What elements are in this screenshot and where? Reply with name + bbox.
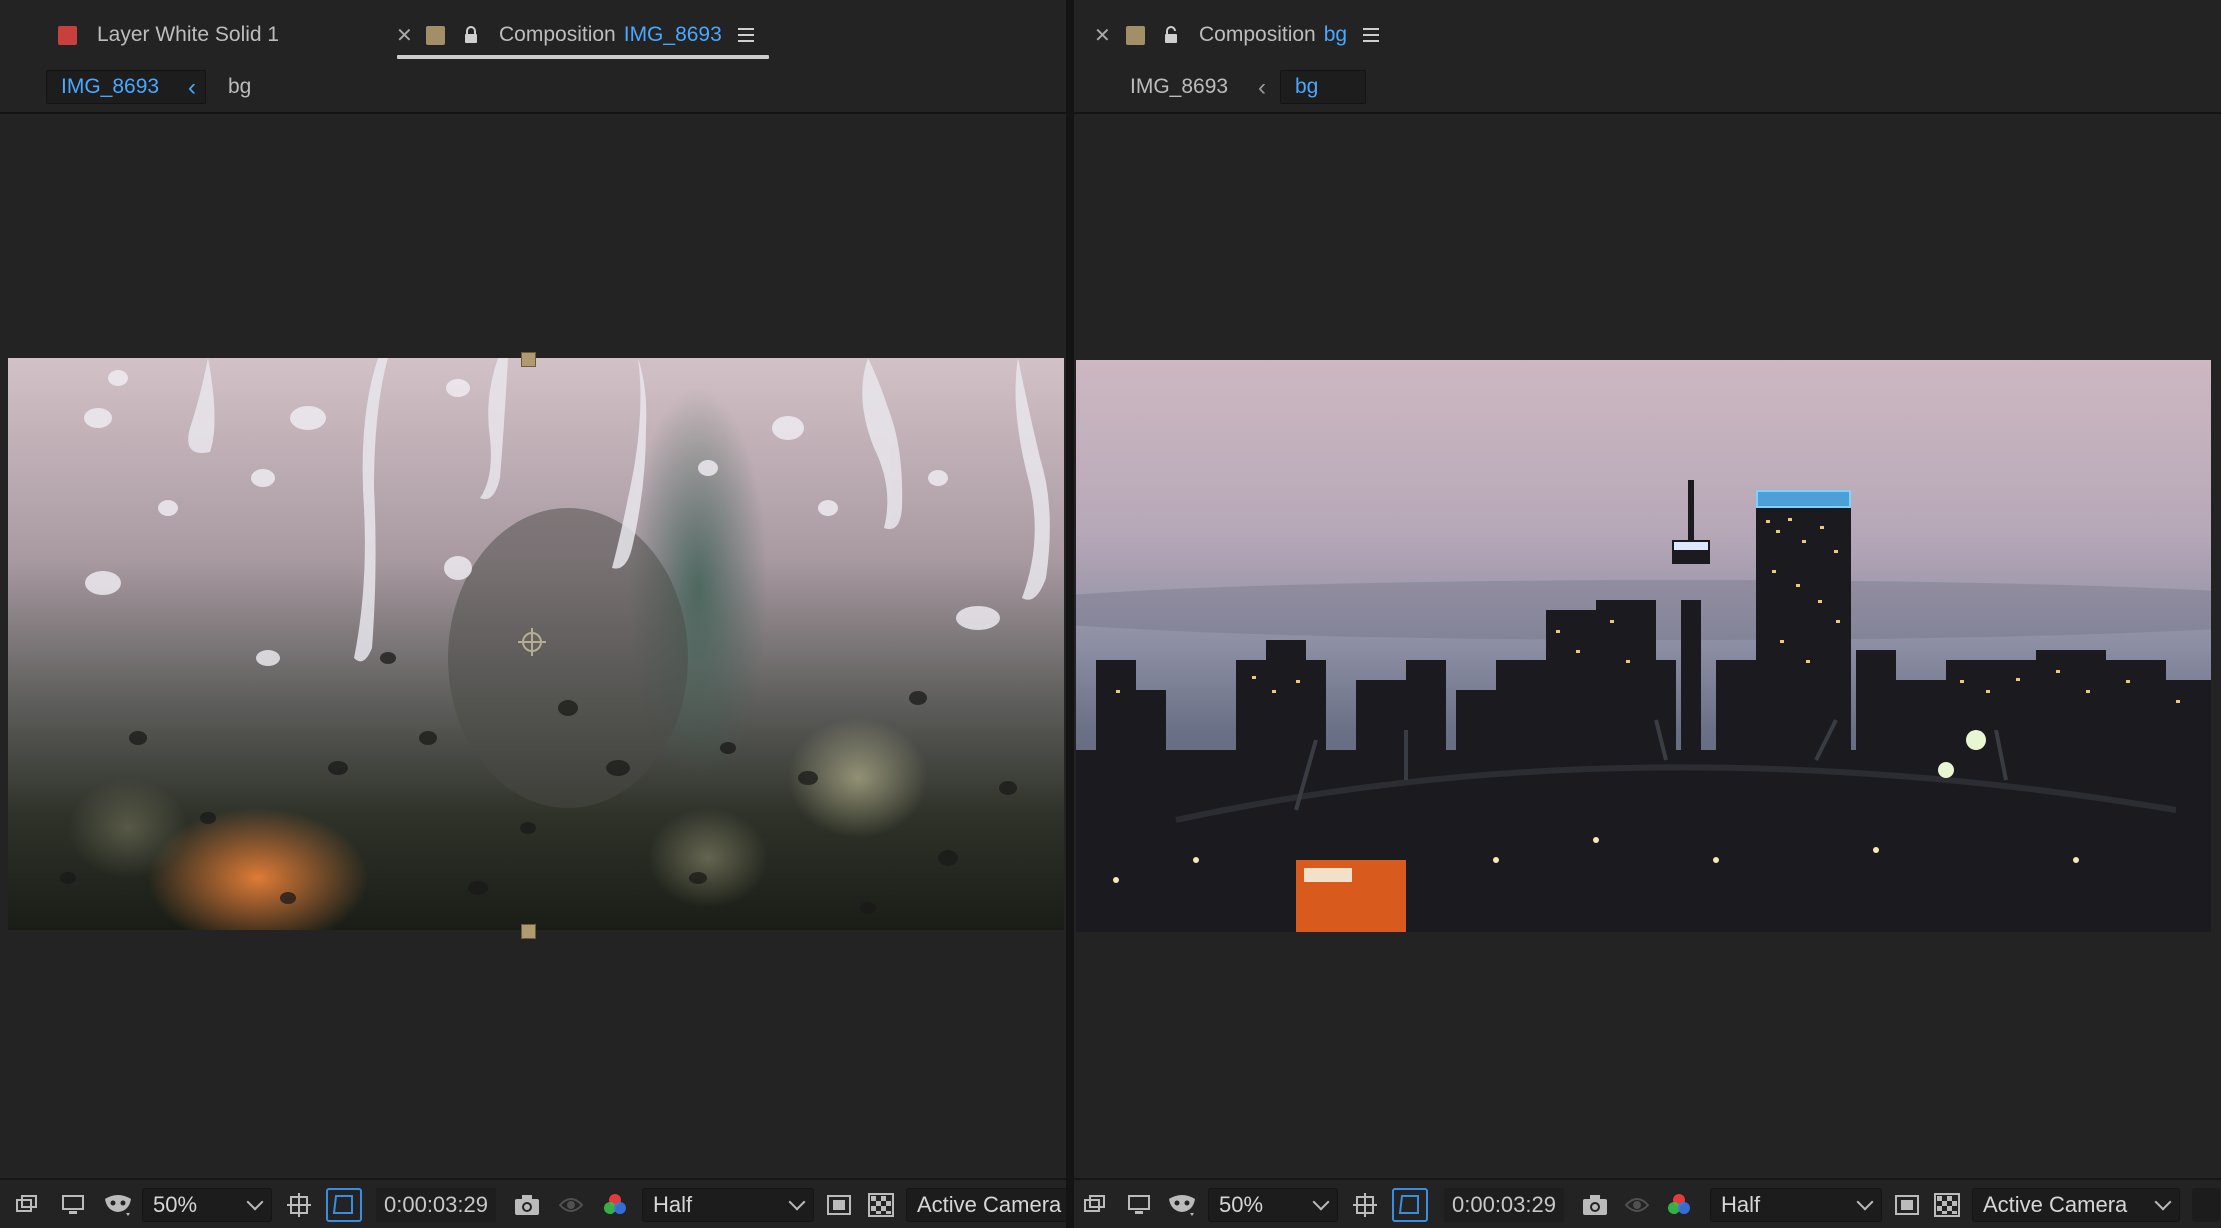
resolution-value: Half bbox=[1721, 1192, 1761, 1217]
active-tab-underline bbox=[397, 55, 769, 59]
tab-comp-prefix: Composition bbox=[1199, 23, 1316, 46]
resolution-dropdown[interactable]: Half bbox=[1710, 1188, 1882, 1222]
breadcrumb-label: IMG_8693 bbox=[61, 75, 160, 98]
breadcrumb-img8693[interactable]: IMG_8693 bbox=[46, 70, 206, 104]
footage-image bbox=[1076, 360, 2211, 932]
close-icon[interactable]: ✕ bbox=[1094, 23, 1111, 48]
footage-image bbox=[8, 358, 1064, 930]
rgb-channels-icon[interactable] bbox=[602, 1188, 628, 1222]
mask-visibility-icon[interactable] bbox=[102, 1188, 134, 1222]
comp-color-swatch bbox=[426, 25, 445, 45]
camera-view-dropdown[interactable]: Active Camera bbox=[1972, 1188, 2180, 1222]
panel-menu-icon[interactable] bbox=[1363, 28, 1380, 42]
chevron-down-icon bbox=[1312, 1193, 1330, 1211]
rain-window-footage[interactable] bbox=[8, 358, 1064, 930]
lock-icon[interactable] bbox=[463, 26, 479, 44]
viewer-footer-toolbar: 50% 0:00:03:29 Half Active Camera bbox=[0, 1178, 1066, 1228]
transparency-grid-icon[interactable] bbox=[868, 1188, 894, 1222]
comp-color-swatch bbox=[1126, 25, 1145, 45]
chevron-left-icon: ‹ bbox=[188, 74, 196, 101]
breadcrumb-bg[interactable]: bg bbox=[228, 70, 251, 104]
camera-view-dropdown[interactable]: Active Camera bbox=[906, 1188, 1066, 1222]
tab-comp-name: IMG_8693 bbox=[623, 23, 722, 46]
always-preview-icon[interactable] bbox=[1084, 1188, 1110, 1222]
chevron-down-icon bbox=[1856, 1193, 1874, 1211]
resolution-value: Half bbox=[653, 1192, 693, 1217]
tab-composition-bg[interactable]: Composition bg bbox=[1126, 0, 1380, 70]
composition-viewer[interactable] bbox=[1074, 114, 2221, 1178]
layer-transform-handle-bottom[interactable] bbox=[521, 924, 536, 939]
camera-snapshot-icon[interactable] bbox=[514, 1188, 540, 1222]
always-preview-icon[interactable] bbox=[16, 1188, 42, 1222]
magnification-dropdown[interactable]: 50% bbox=[1208, 1188, 1338, 1222]
camera-value: Active Camera bbox=[1983, 1192, 2128, 1217]
breadcrumb-label: bg bbox=[1295, 75, 1319, 98]
unlock-icon[interactable] bbox=[1163, 26, 1179, 44]
chevron-down-icon bbox=[246, 1193, 264, 1211]
layer-transform-handle-top[interactable] bbox=[521, 352, 536, 367]
breadcrumb-bg[interactable]: bg bbox=[1280, 70, 1366, 104]
grid-guides-icon[interactable] bbox=[286, 1188, 312, 1222]
chevron-down-icon bbox=[788, 1193, 806, 1211]
target-region-icon[interactable] bbox=[1894, 1188, 1920, 1222]
target-region-icon[interactable] bbox=[826, 1188, 852, 1222]
tab-composition-img8693[interactable]: Composition IMG_8693 bbox=[426, 0, 754, 70]
transparency-grid-icon[interactable] bbox=[1934, 1188, 1960, 1222]
panel-menu-icon[interactable] bbox=[737, 28, 754, 42]
panel-tab-bar: Layer White Solid 1 ✕ Composition IMG_86… bbox=[0, 0, 1066, 70]
layer-color-swatch bbox=[58, 25, 77, 45]
tab-layer-label: Layer White Solid 1 bbox=[97, 23, 280, 46]
chevron-left-icon: ‹ bbox=[1258, 74, 1266, 101]
camera-value: Active Camera bbox=[917, 1192, 1062, 1217]
composition-viewer[interactable] bbox=[0, 114, 1066, 1178]
resolution-dropdown[interactable]: Half bbox=[642, 1188, 814, 1222]
tab-comp-name: bg bbox=[1323, 23, 1348, 46]
timecode: 0:00:03:29 bbox=[384, 1192, 488, 1217]
composition-panel-bg: ✕ Composition bg IMG_8693 ‹ bg 50% 0:00:… bbox=[1074, 0, 2221, 1228]
panel-divider[interactable] bbox=[1066, 0, 1074, 1228]
close-icon[interactable]: ✕ bbox=[396, 23, 413, 48]
tab-close-button[interactable]: ✕ bbox=[1094, 0, 1111, 70]
show-snapshot-icon[interactable] bbox=[1624, 1188, 1650, 1222]
current-time-display[interactable]: 0:00:03:29 bbox=[1444, 1188, 1564, 1222]
rgb-channels-icon[interactable] bbox=[1666, 1188, 1692, 1222]
breadcrumb: IMG_8693 ‹ bg bbox=[0, 70, 1066, 112]
viewer-footer-toolbar: 50% 0:00:03:29 Half Active Camera bbox=[1074, 1178, 2221, 1228]
tab-comp-prefix: Composition bbox=[499, 23, 616, 46]
chevron-down-icon bbox=[2154, 1193, 2172, 1211]
zoom-value: 50% bbox=[1219, 1192, 1264, 1217]
breadcrumb-label: IMG_8693 bbox=[1130, 75, 1229, 98]
grid-guides-icon[interactable] bbox=[1352, 1188, 1378, 1222]
tab-layer-white-solid[interactable]: Layer White Solid 1 bbox=[58, 0, 279, 70]
camera-snapshot-icon[interactable] bbox=[1582, 1188, 1608, 1222]
tab-close-button[interactable]: ✕ bbox=[396, 0, 413, 70]
zoom-value: 50% bbox=[153, 1192, 198, 1217]
breadcrumb-label: bg bbox=[228, 75, 252, 98]
composition-panel-img8693: Layer White Solid 1 ✕ Composition IMG_86… bbox=[0, 0, 1066, 1228]
city-skyline-footage[interactable] bbox=[1076, 360, 2211, 932]
current-time-display[interactable]: 0:00:03:29 bbox=[376, 1188, 496, 1222]
region-of-interest-toggle[interactable] bbox=[326, 1188, 362, 1222]
monitor-icon[interactable] bbox=[60, 1188, 86, 1222]
panel-tab-bar: ✕ Composition bg bbox=[1074, 0, 2221, 70]
breadcrumb-img8693[interactable]: IMG_8693 bbox=[1130, 70, 1228, 104]
views-layout-dropdown[interactable] bbox=[2192, 1188, 2220, 1222]
show-snapshot-icon[interactable] bbox=[558, 1188, 584, 1222]
monitor-icon[interactable] bbox=[1126, 1188, 1152, 1222]
breadcrumb: IMG_8693 ‹ bg bbox=[1074, 70, 2221, 112]
timecode: 0:00:03:29 bbox=[1452, 1192, 1556, 1217]
region-of-interest-toggle[interactable] bbox=[1392, 1188, 1428, 1222]
mask-visibility-icon[interactable] bbox=[1166, 1188, 1198, 1222]
magnification-dropdown[interactable]: 50% bbox=[142, 1188, 272, 1222]
